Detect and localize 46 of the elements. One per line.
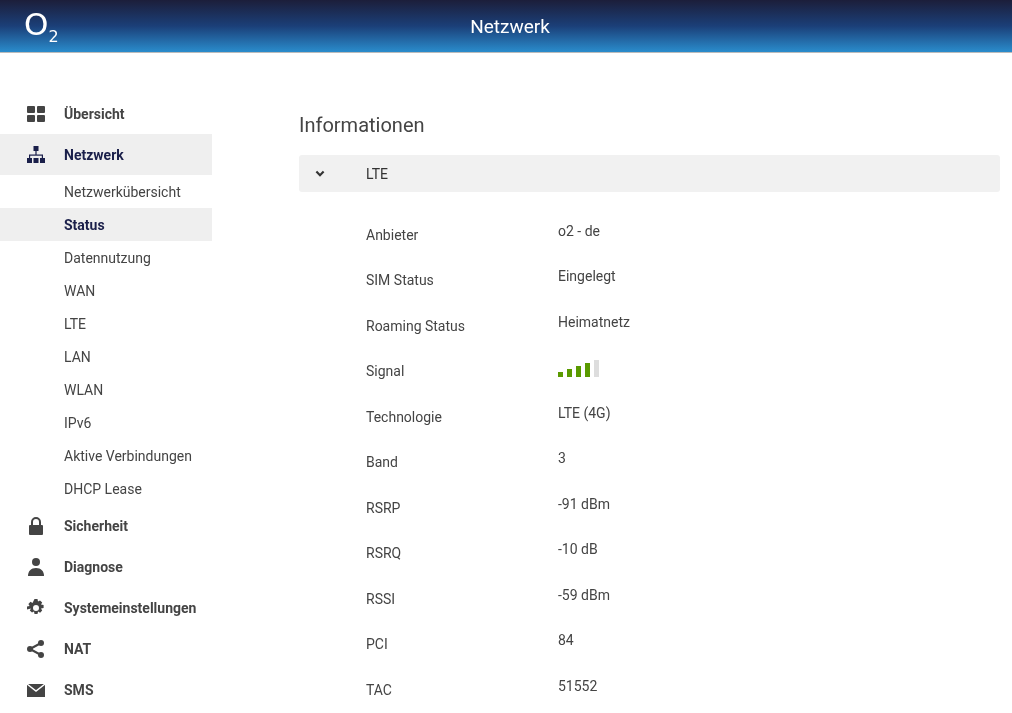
sidebar-item[interactable]: Übersicht — [0, 93, 212, 134]
field-value: Eingelegt — [558, 268, 616, 285]
field-value: 84 — [558, 632, 574, 649]
share-icon — [26, 638, 46, 659]
field-label: Anbieter — [365, 226, 420, 243]
page-title: Netzwerk — [470, 14, 550, 38]
sidebar-subitem[interactable]: WLAN — [0, 373, 212, 406]
sidebar-item[interactable]: Sicherheit — [0, 505, 212, 546]
sidebar-subitem[interactable]: Aktive Verbindungen — [0, 439, 212, 472]
field-label: PCI — [365, 636, 389, 653]
field-label: Roaming Status — [365, 317, 466, 334]
sidebar-subitem[interactable]: LAN — [0, 340, 212, 373]
field-label: TAC — [365, 681, 393, 698]
sidebar-item[interactable]: NAT — [0, 628, 212, 669]
field-label: RSSI — [365, 590, 397, 607]
sidebar-subitem[interactable]: Status — [0, 208, 212, 241]
field-label: Technologie — [365, 408, 443, 425]
field-label: Band — [365, 454, 399, 471]
sidebar-subitem[interactable]: LTE — [0, 307, 212, 340]
section-heading: Informationen — [299, 113, 426, 137]
sidebar-subitem[interactable]: DHCP Lease — [0, 472, 212, 505]
sidebar-subitem[interactable]: Netzwerkübersicht — [0, 175, 212, 208]
sidebar-item[interactable]: SMS — [0, 669, 212, 710]
field-value: -59 dBm — [558, 586, 610, 603]
grid-icon — [26, 103, 46, 124]
field-value: 51552 — [558, 677, 598, 694]
sidebar-item[interactable]: Netzwerk — [0, 134, 212, 175]
field-value: Heimatnetz — [558, 313, 630, 330]
field-value: LTE (4G) — [558, 404, 611, 421]
sidebar-item[interactable]: Diagnose — [0, 546, 212, 587]
accordion-header[interactable]: LTE — [299, 155, 1000, 192]
sidebar-subitem[interactable]: Datennutzung — [0, 241, 212, 274]
field-label: SIM Status — [365, 272, 435, 289]
field-label: RSRQ — [365, 545, 403, 562]
field-label: Signal — [365, 363, 406, 380]
field-value: -91 dBm — [558, 495, 610, 512]
sidebar-subitem[interactable]: IPv6 — [0, 406, 212, 439]
sidebar-subitem[interactable]: WAN — [0, 274, 212, 307]
field-label: RSRP — [365, 499, 402, 516]
field-value: o2 - de — [558, 222, 600, 239]
lock-icon — [26, 515, 46, 536]
network-icon — [26, 144, 46, 165]
logo: O$_{2}$ — [24, 6, 59, 47]
sidebar-item[interactable]: Systemeinstellungen — [0, 587, 212, 628]
field-value: -10 dB — [558, 541, 598, 558]
field-value: 3 — [558, 450, 566, 467]
